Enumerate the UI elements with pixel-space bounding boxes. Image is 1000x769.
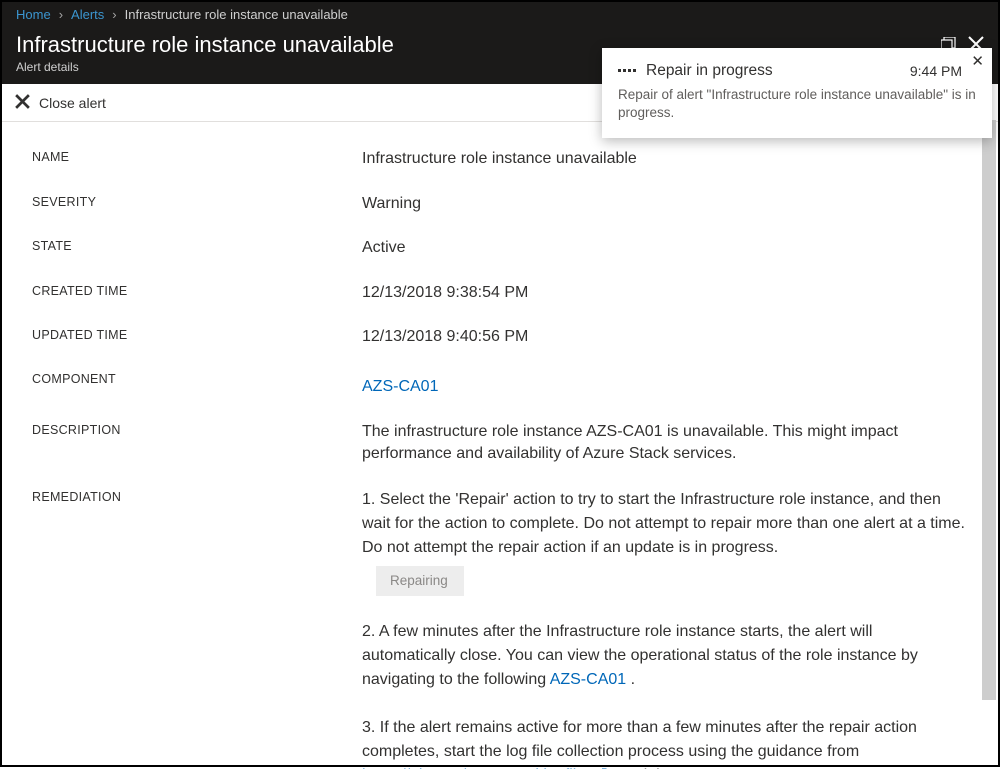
remediation-step-2b: . [626, 671, 635, 688]
chevron-right-icon: › [59, 7, 63, 22]
field-description: DESCRIPTION The infrastructure role inst… [32, 421, 968, 466]
created-value: 12/13/2018 9:38:54 PM [362, 282, 968, 304]
remediation-step-2-link[interactable]: AZS-CA01 [550, 671, 626, 688]
content-area: NAME Infrastructure role instance unavai… [2, 122, 998, 769]
breadcrumb: Home › Alerts › Infrastructure role inst… [2, 2, 998, 26]
repairing-button: Repairing [376, 566, 464, 596]
created-label: CREATED TIME [32, 282, 362, 298]
name-label: NAME [32, 148, 362, 164]
scrollbar-track[interactable] [982, 120, 996, 761]
close-alert-label: Close alert [39, 95, 106, 111]
remediation-label: REMEDIATION [32, 488, 362, 504]
field-state: STATE Active [32, 237, 968, 259]
component-label: COMPONENT [32, 370, 362, 386]
severity-label: SEVERITY [32, 193, 362, 209]
toast-time: 9:44 PM [910, 63, 962, 79]
severity-value: Warning [362, 193, 968, 215]
field-component: COMPONENT AZS-CA01 [32, 370, 968, 398]
remediation-step-2a: 2. A few minutes after the Infrastructur… [362, 623, 918, 688]
name-value: Infrastructure role instance unavailable [362, 148, 968, 170]
breadcrumb-home[interactable]: Home [16, 7, 51, 22]
breadcrumb-current: Infrastructure role instance unavailable [125, 7, 348, 22]
page-title: Infrastructure role instance unavailable [16, 32, 394, 58]
remediation-step-3a: 3. If the alert remains active for more … [362, 719, 917, 760]
close-alert-button[interactable]: Close alert [14, 93, 106, 113]
toast-body: Repair of alert "Infrastructure role ins… [618, 86, 976, 122]
remediation-value: 1. Select the 'Repair' action to try to … [362, 488, 968, 769]
chevron-right-icon: › [112, 7, 116, 22]
breadcrumb-alerts[interactable]: Alerts [71, 7, 104, 22]
page-subtitle: Alert details [16, 60, 394, 74]
toast-close-icon[interactable]: ✕ [971, 52, 984, 70]
field-remediation: REMEDIATION 1. Select the 'Repair' actio… [32, 488, 968, 769]
description-value: The infrastructure role instance AZS-CA0… [362, 421, 968, 466]
scrollbar-thumb[interactable] [982, 120, 996, 700]
field-created-time: CREATED TIME 12/13/2018 9:38:54 PM [32, 282, 968, 304]
close-icon [14, 93, 31, 113]
remediation-step-1: 1. Select the 'Repair' action to try to … [362, 491, 965, 556]
state-value: Active [362, 237, 968, 259]
toast-notification: ✕ Repair in progress 9:44 PM Repair of a… [602, 48, 992, 138]
external-link-icon [595, 764, 607, 769]
field-updated-time: UPDATED TIME 12/13/2018 9:40:56 PM [32, 326, 968, 348]
field-name: NAME Infrastructure role instance unavai… [32, 148, 968, 170]
updated-value: 12/13/2018 9:40:56 PM [362, 326, 968, 348]
description-label: DESCRIPTION [32, 421, 362, 437]
toast-title: Repair in progress [646, 62, 773, 80]
state-label: STATE [32, 237, 362, 253]
component-link[interactable]: AZS-CA01 [362, 378, 438, 395]
progress-spinner-icon [618, 66, 636, 76]
field-severity: SEVERITY Warning [32, 193, 968, 215]
updated-label: UPDATED TIME [32, 326, 362, 342]
